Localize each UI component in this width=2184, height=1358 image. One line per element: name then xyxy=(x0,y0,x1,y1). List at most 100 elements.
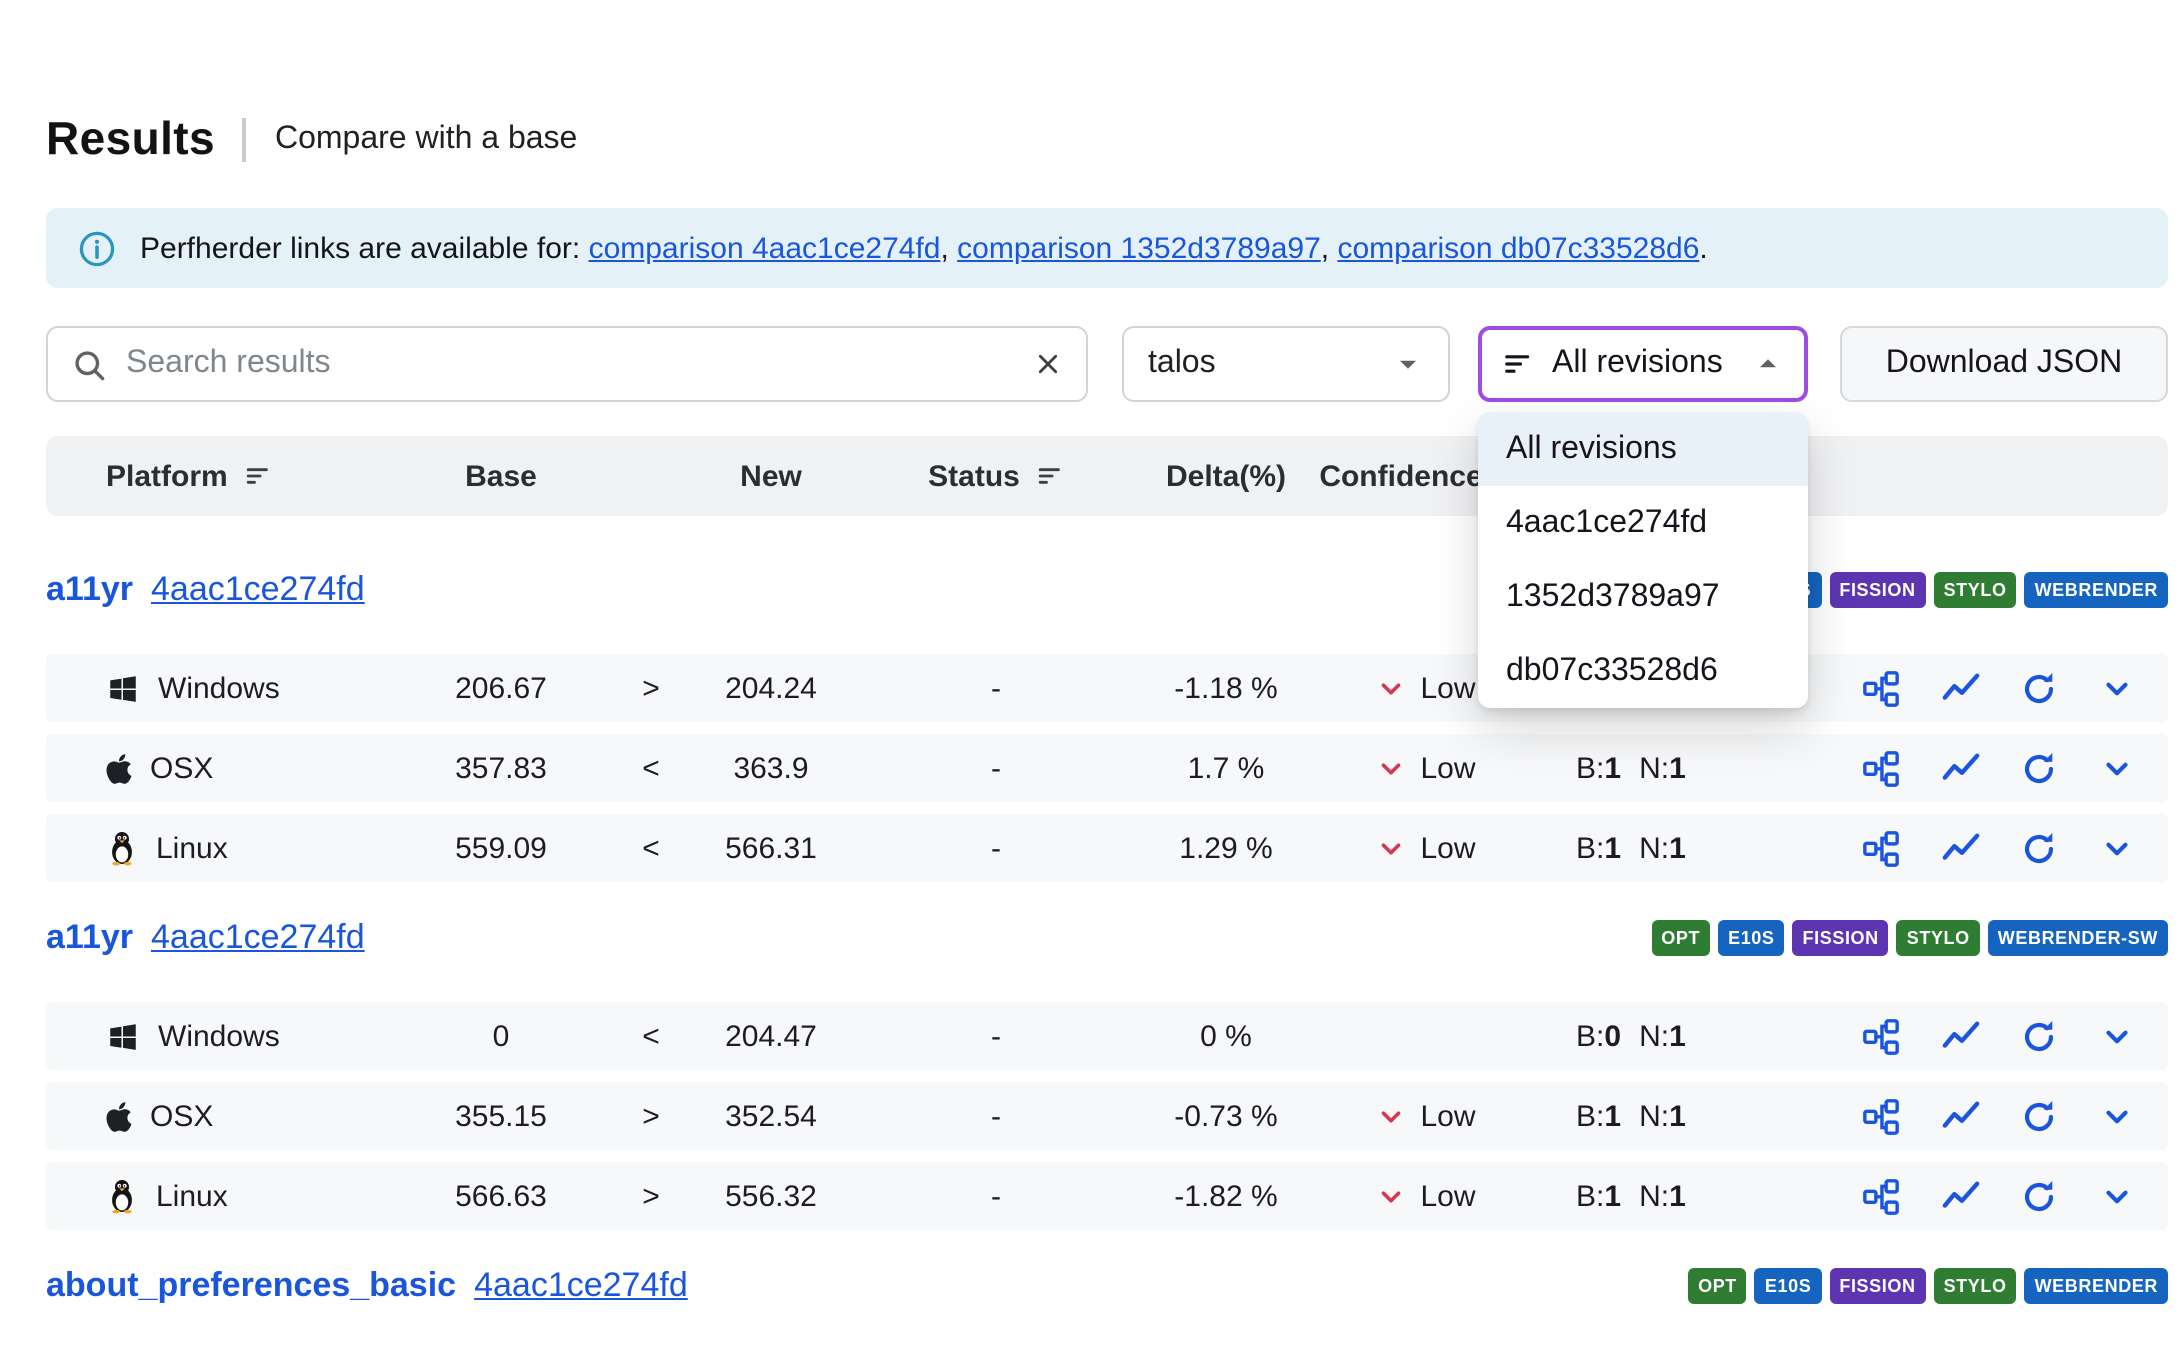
framework-value: talos xyxy=(1148,346,1216,382)
column-platform: Platform xyxy=(46,459,386,493)
expand-row-icon[interactable] xyxy=(2100,831,2134,865)
new-runs: N:1 xyxy=(1639,1179,1686,1213)
framework-select[interactable]: talos xyxy=(1122,326,1450,402)
search-input[interactable] xyxy=(126,346,1014,382)
linux-icon xyxy=(106,1178,138,1214)
expand-row-icon[interactable] xyxy=(2100,671,2134,705)
expand-row-icon[interactable] xyxy=(2100,1099,2134,1133)
section-header: a11yr 4aac1ce274fd OPT E10S FISSION STYL… xyxy=(46,914,2168,962)
comparison-link-3[interactable]: comparison db07c33528d6 xyxy=(1337,231,1699,265)
base-runs: B:1 xyxy=(1576,831,1621,865)
table-row: Windows 206.67 > 204.24 - -1.18 % Low xyxy=(46,654,2168,722)
clear-search-icon[interactable] xyxy=(1034,350,1062,378)
subtests-icon[interactable] xyxy=(1862,749,1900,787)
section-title: a11yr 4aac1ce274fd xyxy=(46,570,365,610)
retrigger-icon[interactable] xyxy=(2021,829,2059,867)
subtests-icon[interactable] xyxy=(1862,1177,1900,1215)
revision-option-all[interactable]: All revisions xyxy=(1478,412,1808,486)
platform-cell: Linux xyxy=(46,830,386,866)
platform-cell: Windows xyxy=(46,671,386,705)
expand-row-icon[interactable] xyxy=(2100,1179,2134,1213)
graph-icon[interactable] xyxy=(1941,749,1979,787)
graph-icon[interactable] xyxy=(1941,1177,1979,1215)
tag-badge: STYLO xyxy=(1934,572,2017,608)
delta-value: -0.73 % xyxy=(1136,1099,1316,1133)
delta-value: 1.29 % xyxy=(1136,831,1316,865)
page-header: Results Compare with a base xyxy=(46,112,2168,166)
retrigger-icon[interactable] xyxy=(2021,1017,2059,1055)
runs-cell: B:1 N:1 xyxy=(1576,1179,1736,1213)
graph-icon[interactable] xyxy=(1941,1097,1979,1135)
row-actions xyxy=(1858,829,2138,867)
test-name-link[interactable]: a11yr xyxy=(46,918,133,958)
status-value: - xyxy=(856,751,1136,785)
section-header: about_preferences_basic 4aac1ce274fd OPT… xyxy=(46,1262,2168,1310)
test-name-link[interactable]: about_preferences_basic xyxy=(46,1266,456,1306)
windows-icon xyxy=(106,1019,140,1053)
revision-option-1[interactable]: 4aac1ce274fd xyxy=(1478,486,1808,560)
graph-icon[interactable] xyxy=(1941,669,1979,707)
retrigger-icon[interactable] xyxy=(2021,1097,2059,1135)
graph-icon[interactable] xyxy=(1941,829,1979,867)
delta-value: -1.82 % xyxy=(1136,1179,1316,1213)
expand-row-icon[interactable] xyxy=(2100,751,2134,785)
regression-arrow-icon xyxy=(1376,753,1406,783)
revision-link[interactable]: 4aac1ce274fd xyxy=(474,1266,688,1306)
table-row: Linux 559.09 < 566.31 - 1.29 % Low B:1 N… xyxy=(46,814,2168,882)
base-value: 206.67 xyxy=(386,671,616,705)
graph-icon[interactable] xyxy=(1941,1017,1979,1055)
comparison-link-2[interactable]: comparison 1352d3789a97 xyxy=(957,231,1321,265)
comparison-sign: < xyxy=(616,831,686,865)
section-rows: Windows 206.67 > 204.24 - -1.18 % Low xyxy=(46,654,2168,882)
platform-filter-icon[interactable] xyxy=(244,462,272,490)
comparison-sign: > xyxy=(616,671,686,705)
new-value: 556.32 xyxy=(686,1179,856,1213)
chevron-up-icon xyxy=(1752,348,1784,380)
tag-badge: STYLO xyxy=(1897,920,1980,956)
subtests-icon[interactable] xyxy=(1862,829,1900,867)
base-value: 559.09 xyxy=(386,831,616,865)
revision-option-2[interactable]: 1352d3789a97 xyxy=(1478,560,1808,634)
section-title: about_preferences_basic 4aac1ce274fd xyxy=(46,1266,688,1306)
tag-badge: FISSION xyxy=(1829,1268,1925,1304)
tag-badge: OPT xyxy=(1651,920,1710,956)
confidence-cell: Low xyxy=(1316,1179,1576,1213)
revision-link[interactable]: 4aac1ce274fd xyxy=(151,570,365,610)
new-value: 352.54 xyxy=(686,1099,856,1133)
retrigger-icon[interactable] xyxy=(2021,669,2059,707)
confidence-label: Low xyxy=(1420,1179,1475,1213)
new-value: 566.31 xyxy=(686,831,856,865)
download-json-button[interactable]: Download JSON xyxy=(1840,326,2168,402)
regression-arrow-icon xyxy=(1376,833,1406,863)
test-name-link[interactable]: a11yr xyxy=(46,570,133,610)
platform-cell: Linux xyxy=(46,1178,386,1214)
info-alert: Perfherder links are available for: comp… xyxy=(46,208,2168,288)
delta-value: 0 % xyxy=(1136,1019,1316,1053)
results-page: Results Compare with a base Perfherder l… xyxy=(0,0,2184,1310)
revision-option-3[interactable]: db07c33528d6 xyxy=(1478,634,1808,708)
new-runs: N:1 xyxy=(1639,1099,1686,1133)
linux-icon xyxy=(106,830,138,866)
comparison-link-1[interactable]: comparison 4aac1ce274fd xyxy=(589,231,941,265)
confidence-label: Low xyxy=(1420,671,1475,705)
platform-label: Windows xyxy=(158,1019,280,1053)
revision-link[interactable]: 4aac1ce274fd xyxy=(151,918,365,958)
new-runs: N:1 xyxy=(1639,1019,1686,1053)
expand-row-icon[interactable] xyxy=(2100,1019,2134,1053)
revisions-select-button[interactable]: All revisions xyxy=(1478,326,1808,402)
status-filter-icon[interactable] xyxy=(1036,462,1064,490)
row-actions xyxy=(1858,749,2138,787)
subtests-icon[interactable] xyxy=(1862,1097,1900,1135)
title-divider xyxy=(243,117,247,161)
page-subtitle: Compare with a base xyxy=(275,121,577,157)
row-actions xyxy=(1858,1017,2138,1055)
subtests-icon[interactable] xyxy=(1862,1017,1900,1055)
base-runs: B:0 xyxy=(1576,1019,1621,1053)
page-title: Results xyxy=(46,112,215,166)
runs-cell: B:0 N:1 xyxy=(1576,1019,1736,1053)
new-runs: N:1 xyxy=(1639,751,1686,785)
retrigger-icon[interactable] xyxy=(2021,749,2059,787)
retrigger-icon[interactable] xyxy=(2021,1177,2059,1215)
subtests-icon[interactable] xyxy=(1862,669,1900,707)
row-actions xyxy=(1858,1177,2138,1215)
